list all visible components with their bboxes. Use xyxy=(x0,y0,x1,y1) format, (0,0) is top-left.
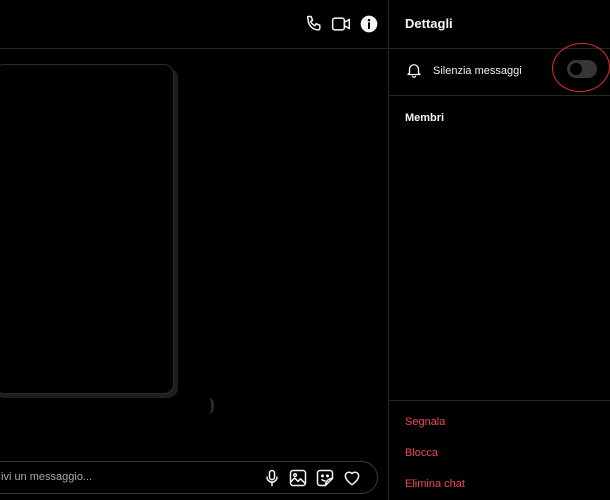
chat-header xyxy=(0,0,388,49)
info-icon[interactable] xyxy=(359,14,379,34)
heart-icon[interactable] xyxy=(342,468,362,488)
direct-message-window: ivi un messaggio... Dettagli Silenzia me… xyxy=(0,0,610,500)
block-button[interactable]: Blocca xyxy=(405,447,438,459)
chat-pane: ivi un messaggio... xyxy=(0,0,388,500)
details-title: Dettagli xyxy=(405,16,453,31)
media-message[interactable] xyxy=(0,64,174,394)
toggle-knob xyxy=(570,63,582,75)
bell-icon xyxy=(405,61,423,79)
mute-messages-toggle[interactable] xyxy=(567,60,597,78)
message-composer[interactable]: ivi un messaggio... xyxy=(0,461,378,494)
video-camera-icon[interactable] xyxy=(331,14,351,34)
details-panel: Dettagli Silenzia messaggi Membri Segnal… xyxy=(388,0,610,500)
report-button[interactable]: Segnala xyxy=(405,416,445,428)
mute-messages-label: Silenzia messaggi xyxy=(433,65,522,77)
image-icon[interactable] xyxy=(288,468,308,488)
sticker-icon[interactable] xyxy=(315,468,335,488)
microphone-icon[interactable] xyxy=(262,468,282,488)
members-heading: Membri xyxy=(405,112,445,124)
divider xyxy=(389,400,610,401)
message-input[interactable]: ivi un messaggio... xyxy=(1,471,92,483)
message-bubble-edge xyxy=(0,398,214,414)
mute-messages-row[interactable]: Silenzia messaggi xyxy=(389,40,610,95)
phone-icon[interactable] xyxy=(304,14,324,34)
divider xyxy=(389,95,610,96)
delete-chat-button[interactable]: Elimina chat xyxy=(405,478,465,490)
